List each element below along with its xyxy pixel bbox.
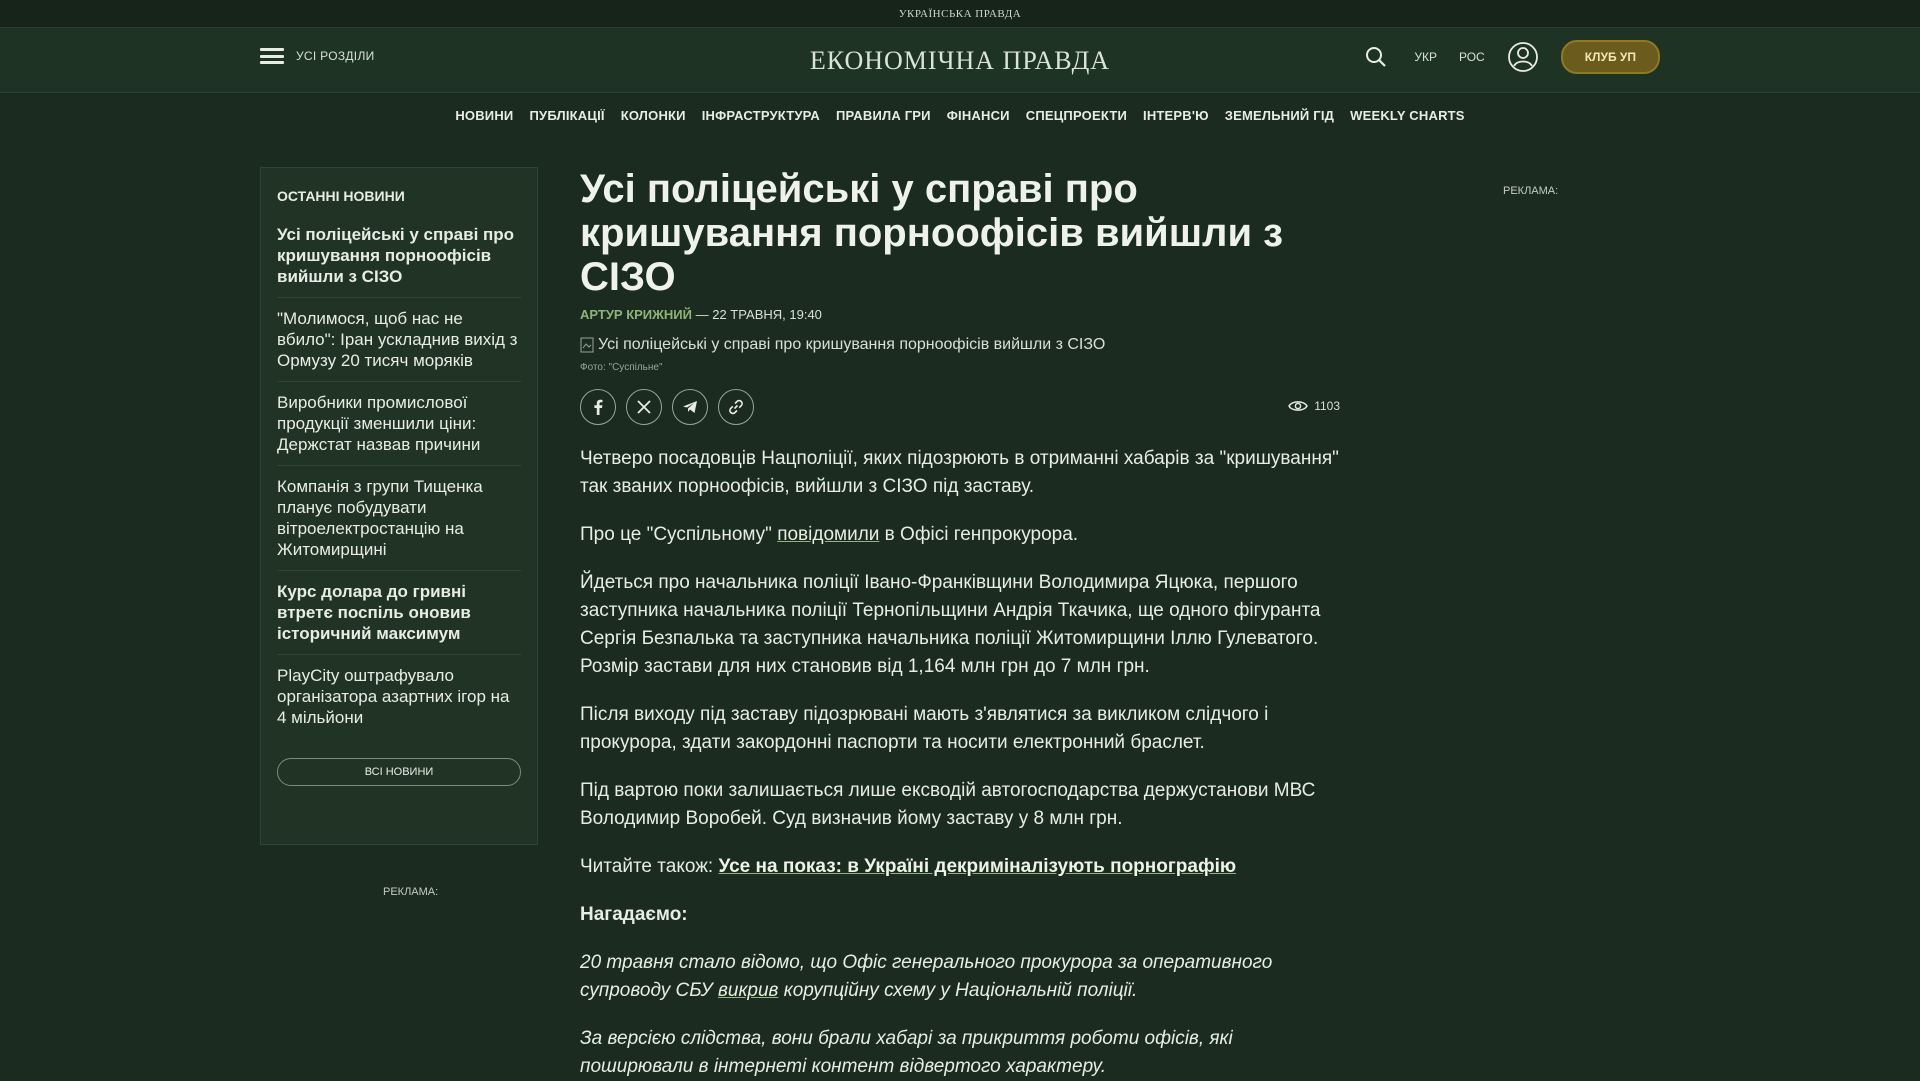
article-paragraph: 20 травня стало відомо, що Офіс генераль… xyxy=(580,949,1340,1005)
ad-label-right: РЕКЛАМА: xyxy=(1503,185,1559,197)
nav-item-infrastructure[interactable]: ІНФРАСТРУКТУРА xyxy=(702,108,820,123)
read-also-link[interactable]: Усе на показ: в Україні декриміналізують… xyxy=(718,856,1236,877)
up-brand-label[interactable]: УКРАЇНСЬКА ПРАВДА xyxy=(899,8,1022,20)
header-actions: УКР РОС КЛУБ УП xyxy=(1360,40,1660,74)
nav-item-publications[interactable]: ПУБЛІКАЦІЇ xyxy=(529,108,604,123)
nav-item-rules[interactable]: ПРАВИЛА ГРИ xyxy=(836,108,931,123)
nav-item-land-guide[interactable]: ЗЕМЕЛЬНИЙ ГІД xyxy=(1225,108,1334,123)
share-telegram-button[interactable] xyxy=(672,389,708,425)
broken-image-icon xyxy=(580,337,594,353)
main-nav: НОВИНИ ПУБЛІКАЦІЇ КОЛОНКИ ІНФРАСТРУКТУРА… xyxy=(0,93,1920,137)
list-item[interactable]: Курс долара до гривні втретє поспіль оно… xyxy=(277,571,521,655)
list-item[interactable]: "Молимося, щоб нас не вбило": Іран ускла… xyxy=(277,298,521,382)
view-counter: 1103 xyxy=(1288,399,1340,413)
article-paragraph: Четверо посадовців Нацполіції, яких підо… xyxy=(580,448,1339,497)
x-icon xyxy=(637,400,651,414)
reminder-heading: Нагадаємо: xyxy=(580,904,688,925)
article: Усі поліцейські у справі про кришування … xyxy=(580,167,1340,1081)
facebook-icon xyxy=(594,399,603,415)
read-also-label: Читайте також: xyxy=(580,856,719,877)
list-item[interactable]: PlayCity оштрафувало організатора азартн… xyxy=(277,655,521,738)
ad-label-left: РЕКЛАМА: xyxy=(383,886,439,898)
top-strip: УКРАЇНСЬКА ПРАВДА xyxy=(0,0,1920,28)
nav-item-weekly-charts[interactable]: WEEKLY CHARTS xyxy=(1350,108,1465,123)
telegram-icon xyxy=(683,401,697,413)
share-x-button[interactable] xyxy=(626,389,662,425)
article-paragraph: Про це "Суспільному" повідомили в Офісі … xyxy=(580,521,1340,549)
list-item[interactable]: Усі поліцейські у справі про кришування … xyxy=(277,218,521,298)
search-button[interactable] xyxy=(1360,41,1392,73)
article-paragraph: Після виходу під заставу підозрювані маю… xyxy=(580,704,1269,753)
list-item[interactable]: Виробники промислової продукції зменшили… xyxy=(277,382,521,466)
image-alt-text: Усі поліцейські у справі про кришування … xyxy=(598,336,1106,353)
article-paragraph: Йдеться про начальника поліції Івано-Фра… xyxy=(580,572,1321,677)
nav-item-news[interactable]: НОВИНИ xyxy=(455,108,513,123)
paragraph-text: Про це "Суспільному" xyxy=(580,524,778,545)
views-count: 1103 xyxy=(1314,399,1340,413)
author-link[interactable]: АРТУР КРИЖНИЙ xyxy=(580,307,692,322)
article-image: Усі поліцейські у справі про кришування … xyxy=(580,336,1340,354)
list-item[interactable]: Компанія з групи Тищенка планує побудува… xyxy=(277,466,521,571)
user-icon xyxy=(1507,42,1538,72)
article-meta: АРТУР КРИЖНИЙ — 22 ТРАВНЯ, 19:40 xyxy=(580,307,1340,322)
club-up-button[interactable]: КЛУБ УП xyxy=(1560,40,1660,74)
read-also: Читайте також: Усе на показ: в Україні д… xyxy=(580,853,1340,881)
copy-link-button[interactable] xyxy=(718,389,754,425)
paragraph-text: в Офісі генпрокурора. xyxy=(879,524,1079,545)
article-title: Усі поліцейські у справі про кришування … xyxy=(580,167,1284,299)
all-news-button[interactable]: ВСІ НОВИНИ xyxy=(277,758,521,786)
eye-icon xyxy=(1288,401,1308,411)
nav-item-special-projects[interactable]: СПЕЦПРОЕКТИ xyxy=(1026,108,1127,123)
latest-news-title: ОСТАННІ НОВИНИ xyxy=(277,188,405,204)
nav-item-columns[interactable]: КОЛОНКИ xyxy=(621,108,686,123)
photo-caption: Фото: "Суспільне" xyxy=(580,362,663,373)
exposed-link[interactable]: викрив xyxy=(718,980,779,1001)
account-button[interactable] xyxy=(1507,41,1539,73)
nav-item-finance[interactable]: ФІНАНСИ xyxy=(947,108,1010,123)
publish-date: — 22 ТРАВНЯ, 19:40 xyxy=(695,307,822,322)
latest-news-sidebar: ОСТАННІ НОВИНИ Усі поліцейські у справі … xyxy=(260,167,538,845)
article-paragraph: Під вартою поки залишається лише ексводі… xyxy=(580,780,1316,829)
site-header: УСІ РОЗДІЛИ ЕКОНОМІЧНА ПРАВДА УКР РОС КЛ… xyxy=(0,28,1920,93)
nav-item-interview[interactable]: ІНТЕРВ'Ю xyxy=(1143,108,1209,123)
source-link[interactable]: повідомили xyxy=(777,524,879,545)
search-icon xyxy=(1366,47,1387,67)
paragraph-text: корупційну схему у Національній поліції. xyxy=(778,980,1138,1001)
lang-ros-link[interactable]: РОС xyxy=(1459,50,1485,64)
article-paragraph: За версією слідства, вони брали хабарі з… xyxy=(580,1028,1233,1077)
share-bar: 1103 xyxy=(580,389,1340,425)
link-icon xyxy=(729,399,743,415)
share-facebook-button[interactable] xyxy=(580,389,616,425)
lang-ukr-link[interactable]: УКР xyxy=(1414,50,1437,64)
